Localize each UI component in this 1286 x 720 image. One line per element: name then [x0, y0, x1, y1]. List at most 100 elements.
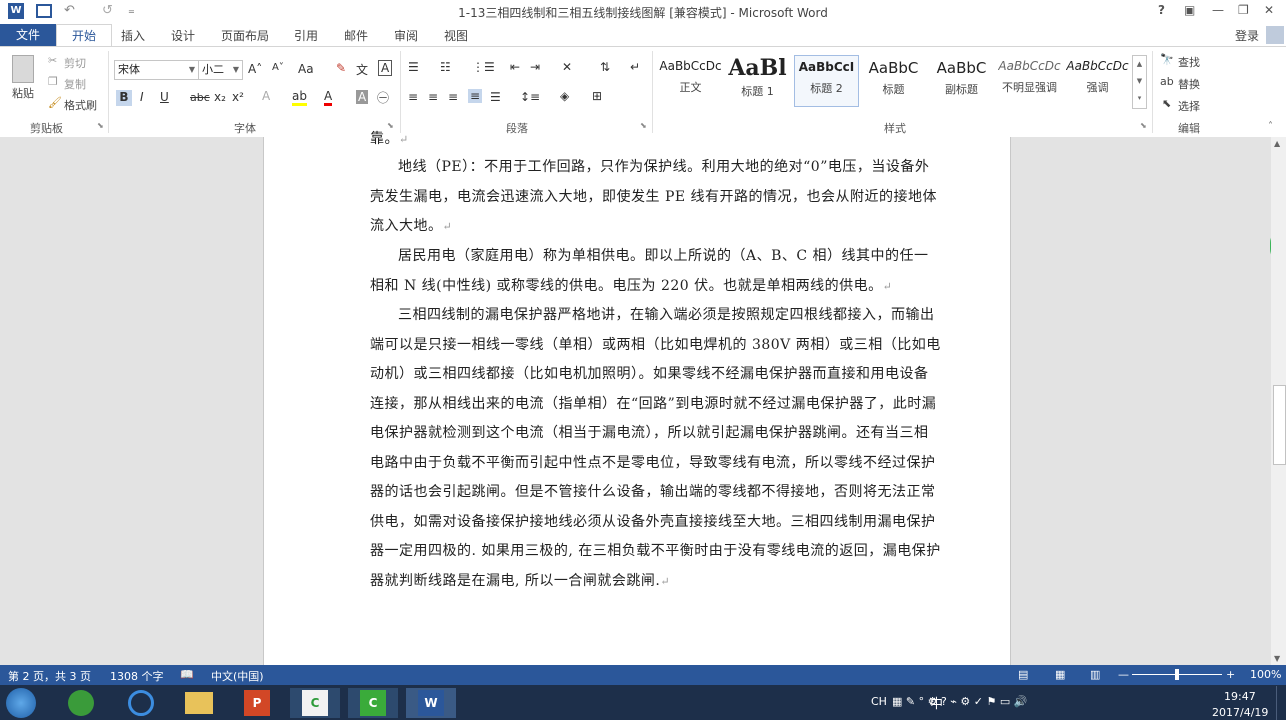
char-shading-icon[interactable]: A	[356, 90, 369, 104]
style-normal[interactable]: AaBbCcDc 正文	[659, 55, 722, 105]
char-border-icon[interactable]: A	[378, 60, 393, 76]
help-button[interactable]: ?	[1158, 3, 1165, 17]
taskbar-app-powerpoint[interactable]: P	[232, 688, 282, 718]
text-effects-icon[interactable]: A	[262, 89, 270, 103]
taskbar-app-explorer[interactable]	[174, 688, 224, 718]
increase-indent-icon[interactable]: ⇥	[530, 60, 540, 74]
align-right-icon[interactable]: ≡	[448, 90, 458, 104]
account-avatar[interactable]	[1266, 26, 1284, 44]
decrease-indent-icon[interactable]: ⇤	[510, 60, 520, 74]
style-emphasis[interactable]: AaBbCcDc 强调	[1066, 55, 1129, 105]
paste-icon[interactable]	[12, 55, 34, 83]
distributed-icon[interactable]: ☰	[490, 90, 501, 104]
clear-format-icon[interactable]: ✎	[336, 61, 346, 75]
login-link[interactable]: 登录	[1235, 27, 1259, 44]
format-painter-button[interactable]: 格式刷	[64, 97, 97, 113]
style-heading-2[interactable]: AaBbCcI 标题 2	[794, 55, 859, 107]
multilevel-list-icon[interactable]: ⋮☰	[472, 60, 495, 74]
shrink-font-button[interactable]: A˅	[272, 62, 284, 73]
minimize-button[interactable]: —	[1212, 3, 1224, 17]
taskbar-app-camtasia-2[interactable]: C	[348, 688, 398, 718]
strikethrough-button[interactable]: abc	[190, 91, 210, 104]
borders-icon[interactable]: ⊞	[592, 89, 602, 103]
page-count[interactable]: 第 2 页，共 3 页	[8, 668, 91, 684]
align-center-icon[interactable]: ≡	[428, 90, 438, 104]
tab-references[interactable]: 引用	[294, 27, 318, 44]
replace-button[interactable]: 替换	[1178, 76, 1200, 92]
tab-mailings[interactable]: 邮件	[344, 27, 368, 44]
grow-font-button[interactable]: A˄	[248, 62, 262, 76]
superscript-button[interactable]: x²	[232, 90, 244, 104]
close-button[interactable]: ✕	[1264, 3, 1274, 17]
tab-review[interactable]: 审阅	[394, 27, 418, 44]
bold-button[interactable]: B	[116, 90, 132, 106]
tab-file[interactable]: 文件	[0, 24, 56, 46]
restore-button[interactable]: ❐	[1238, 3, 1249, 17]
asian-layout-icon[interactable]: ✕	[562, 60, 572, 74]
paragraph-residential[interactable]: 居民用电（家庭用电）称为单相供电。即以上所说的（A、B、C 相）线其中的任一相和…	[370, 242, 942, 301]
shading-icon[interactable]: ◈	[560, 89, 569, 103]
styles-launcher-icon[interactable]: ⬊	[1140, 121, 1147, 130]
zoom-in-button[interactable]: +	[1226, 668, 1235, 681]
paragraph-leakage-protector[interactable]: 三相四线制的漏电保护器严格地讲，在输入端必须是按照规定四根线都接入，而输出端可以…	[370, 301, 942, 596]
font-name-combo[interactable]: 宋体 ▼	[114, 60, 199, 80]
copy-button[interactable]: 复制	[64, 76, 86, 92]
ribbon-display-icon[interactable]: ▣	[1184, 3, 1195, 17]
styles-scroll[interactable]: ▲ ▼ ▾	[1132, 55, 1147, 109]
tab-home[interactable]: 开始	[56, 24, 112, 47]
word-count[interactable]: 1308 个字	[110, 668, 164, 684]
paragraph-ground-line[interactable]: 地线（PE）：不用于工作回路，只作为保护线。利用大地的绝对“0”电压，当设备外壳…	[370, 153, 942, 242]
print-layout-icon[interactable]: ▦	[1055, 668, 1065, 681]
zoom-slider[interactable]	[1132, 669, 1222, 680]
proofing-icon[interactable]: 📖	[180, 668, 194, 681]
cut-button[interactable]: 剪切	[64, 55, 86, 71]
style-subtitle[interactable]: AaBbC 副标题	[930, 55, 993, 105]
tab-view[interactable]: 视图	[444, 27, 468, 44]
document-page[interactable]: 靠。↵ 地线（PE）：不用于工作回路，只作为保护线。利用大地的绝对“0”电压，当…	[263, 131, 1011, 665]
clock-time[interactable]: 19:47	[1224, 690, 1256, 703]
justify-icon[interactable]: ≡	[468, 89, 483, 103]
zoom-slider-thumb[interactable]	[1175, 669, 1179, 680]
clipboard-launcher-icon[interactable]: ⬊	[97, 121, 104, 130]
taskbar-app-word[interactable]: W	[406, 688, 456, 718]
zoom-out-button[interactable]: —	[1118, 668, 1129, 681]
read-mode-icon[interactable]: ▤	[1018, 668, 1028, 681]
paste-button[interactable]: 粘贴	[12, 85, 34, 101]
numbering-icon[interactable]: ☷	[440, 60, 451, 74]
zoom-level[interactable]: 100%	[1250, 668, 1281, 681]
taskbar-app-camtasia-1[interactable]: C	[290, 688, 340, 718]
enclose-char-icon[interactable]: ㊀	[377, 89, 389, 106]
show-marks-icon[interactable]: ↵	[630, 60, 640, 74]
style-title[interactable]: AaBbC 标题	[862, 55, 925, 105]
tray-icons[interactable]: ▦ ✎ ° ⚙ ? ⌁ ⚙ ✓ ⚑ ▭ 🔊	[892, 695, 1027, 708]
highlight-icon[interactable]: ab	[292, 89, 307, 106]
font-color-icon[interactable]: A	[324, 89, 333, 106]
show-desktop-button[interactable]	[1276, 686, 1286, 720]
web-layout-icon[interactable]: ▥	[1090, 668, 1100, 681]
tab-insert[interactable]: 插入	[121, 27, 145, 44]
style-heading-1[interactable]: AaBl 标题 1	[726, 55, 789, 105]
change-case-button[interactable]: Aa	[298, 62, 314, 76]
underline-button[interactable]: U	[160, 90, 169, 104]
collapse-ribbon-icon[interactable]: ˄	[1268, 121, 1273, 132]
scrollbar-thumb[interactable]	[1273, 385, 1286, 465]
language-indicator[interactable]: 中文(中国)	[211, 668, 264, 684]
taskbar-app-ie[interactable]	[116, 688, 166, 718]
phonetic-icon[interactable]: 文	[356, 61, 368, 78]
ime-indicator[interactable]: CH	[871, 695, 887, 708]
style-subtle-emphasis[interactable]: AaBbCcDc 不明显强调	[998, 55, 1061, 105]
line-spacing-icon[interactable]: ↕≡	[520, 90, 540, 104]
paragraph-fragment[interactable]: 靠。↵	[370, 125, 942, 155]
font-size-combo[interactable]: 小二 ▼	[198, 60, 243, 80]
italic-button[interactable]: I	[140, 90, 144, 104]
sort-icon[interactable]: ⇅	[600, 60, 610, 74]
align-left-icon[interactable]: ≡	[408, 90, 418, 104]
clock-date[interactable]: 2017/4/19	[1212, 706, 1268, 719]
select-button[interactable]: 选择	[1178, 98, 1200, 114]
taskbar-app-360[interactable]	[56, 688, 106, 718]
scroll-up-icon[interactable]: ▲	[1274, 139, 1280, 148]
start-button[interactable]	[6, 688, 36, 718]
subscript-button[interactable]: x₂	[214, 90, 226, 104]
find-button[interactable]: 查找	[1178, 54, 1200, 70]
bullets-icon[interactable]: ☰	[408, 60, 419, 74]
